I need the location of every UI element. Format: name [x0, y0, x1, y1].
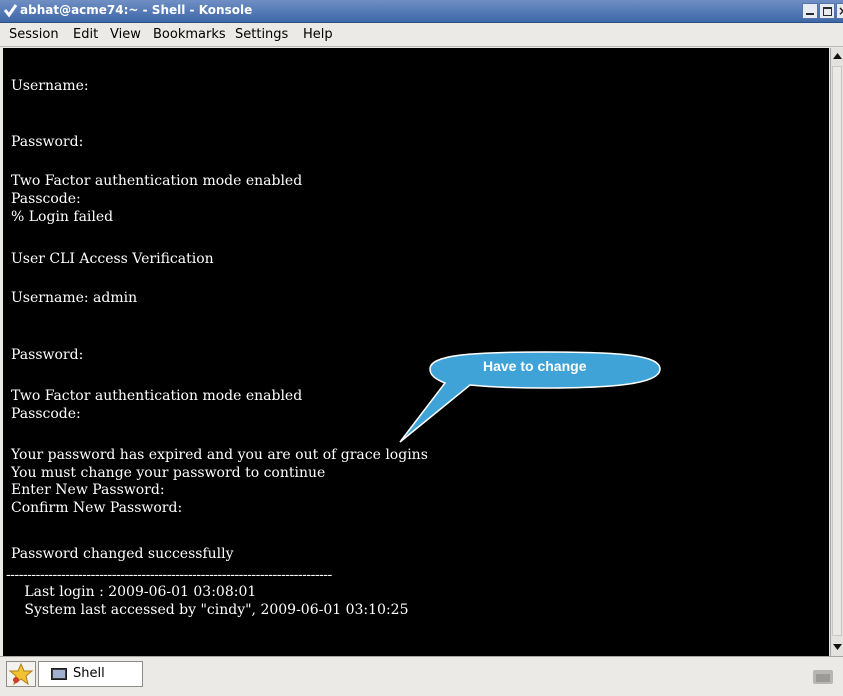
terminal-line: Username: — [11, 78, 89, 94]
new-session-button[interactable] — [6, 661, 36, 687]
session-tab-bar: Shell — [0, 656, 843, 696]
terminal-line: Password: — [11, 134, 84, 150]
terminal-line: Two Factor authentication mode enabled — [11, 388, 303, 404]
terminal-line: User CLI Access Verification — [11, 251, 214, 267]
callout-label: Have to change — [483, 358, 587, 374]
terminal-line: You must change your password to continu… — [11, 465, 326, 481]
close-button[interactable]: × — [836, 3, 843, 19]
terminal-line: Two Factor authentication mode enabled — [11, 173, 303, 189]
minimize-icon — [806, 13, 814, 15]
tab-label: Shell — [73, 666, 105, 681]
vertical-scrollbar[interactable] — [830, 48, 843, 656]
terminal-line: Username: admin — [11, 290, 138, 306]
checkmark-icon[interactable] — [3, 3, 18, 18]
konsole-star-icon — [8, 662, 34, 686]
menu-session[interactable]: Session — [9, 27, 59, 42]
close-session-icon — [816, 674, 830, 682]
menu-settings[interactable]: Settings — [235, 27, 288, 42]
window-title: abhat@acme74:~ - Shell - Konsole — [20, 3, 253, 17]
terminal-icon — [51, 668, 67, 680]
title-bar[interactable]: abhat@acme74:~ - Shell - Konsole × — [0, 0, 843, 23]
close-session-button[interactable] — [813, 670, 833, 684]
terminal-line: Enter New Password: — [11, 482, 165, 498]
close-icon: × — [838, 4, 843, 18]
terminal-line: Confirm New Password: — [11, 500, 183, 516]
terminal-line: % Login failed — [11, 209, 114, 225]
konsole-window: abhat@acme74:~ - Shell - Konsole × Sessi… — [0, 0, 843, 696]
terminal-line: Passcode: — [11, 191, 81, 207]
terminal-line: Your password has expired and you are ou… — [11, 447, 428, 463]
tab-shell[interactable]: Shell — [38, 661, 143, 687]
maximize-button[interactable] — [819, 3, 835, 19]
terminal-line: Passcode: — [11, 406, 81, 422]
terminal-area[interactable]: Username: Password: Two Factor authentic… — [3, 48, 829, 656]
maximize-icon — [823, 7, 832, 16]
menu-divider — [0, 46, 843, 47]
menu-view[interactable]: View — [110, 27, 141, 42]
scroll-up-arrow-icon[interactable] — [832, 49, 843, 63]
terminal-line: System last accessed by "cindy", 2009-06… — [11, 602, 409, 618]
terminal-line: Last login : 2009-06-01 03:08:01 — [11, 584, 257, 600]
minimize-button[interactable] — [802, 3, 818, 19]
menu-bar: Session Edit View Bookmarks Settings Hel… — [0, 23, 843, 46]
scroll-down-arrow-icon[interactable] — [832, 640, 843, 654]
terminal-line: Password changed successfully — [11, 546, 234, 562]
menu-edit[interactable]: Edit — [73, 27, 98, 42]
menu-bookmarks[interactable]: Bookmarks — [153, 27, 226, 42]
scrollbar-thumb[interactable] — [832, 66, 842, 636]
terminal-separator: ----------------------------------------… — [6, 567, 332, 583]
terminal-line: Password: — [11, 347, 84, 363]
menu-help[interactable]: Help — [303, 27, 333, 42]
